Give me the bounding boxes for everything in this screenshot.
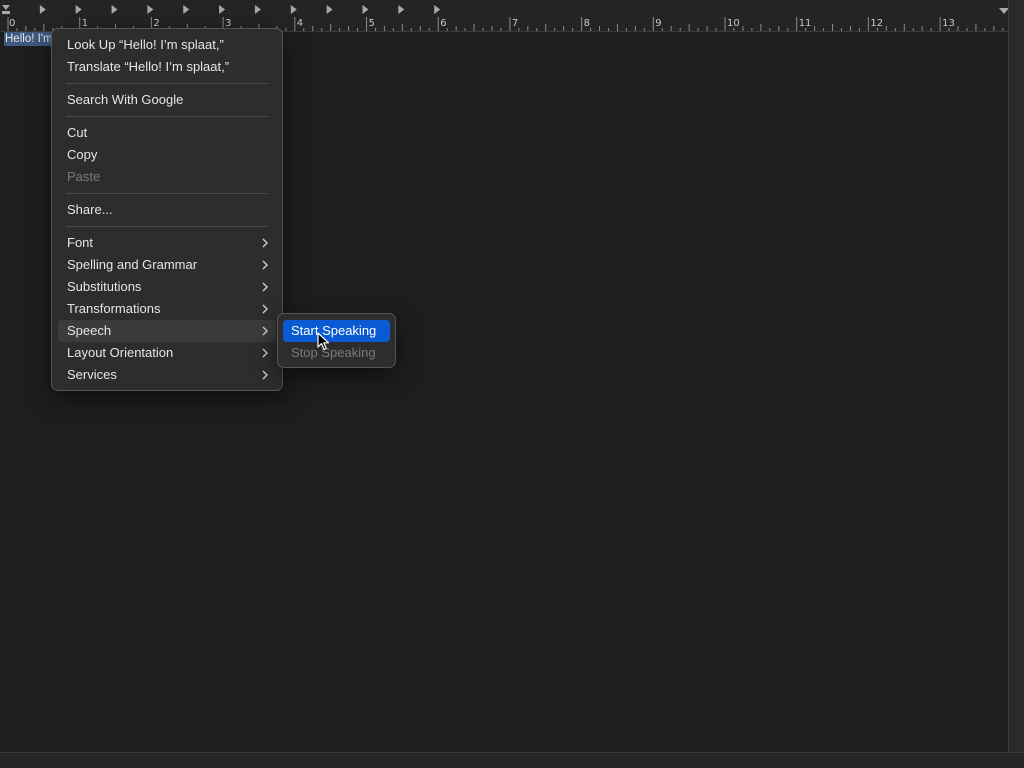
menu-item-layout-orientation-label: Layout Orientation: [67, 345, 174, 360]
menu-item-speech[interactable]: Speech: [58, 320, 276, 342]
speech-submenu: Start Speaking Stop Speaking: [277, 313, 396, 368]
menu-item-cut[interactable]: Cut: [58, 122, 276, 144]
menu-item-substitutions[interactable]: Substitutions: [58, 276, 276, 298]
menu-separator: [66, 226, 268, 227]
ruler-number: 6: [440, 18, 447, 29]
menu-item-share[interactable]: Share...: [58, 199, 276, 221]
menu-item-stop-speaking: Stop Speaking: [291, 345, 376, 360]
menu-separator: [66, 116, 268, 117]
chevron-right-icon: [262, 282, 268, 292]
menu-item-look-up[interactable]: Look Up “Hello! I’m splaat,”: [58, 34, 276, 56]
ruler-number: 11: [798, 18, 812, 29]
menu-item-speech-label: Speech: [67, 323, 112, 338]
bottom-bar: [0, 752, 1024, 768]
mouse-cursor-icon: [317, 332, 330, 351]
menu-item-substitutions-label: Substitutions: [67, 279, 142, 294]
ruler-number: 4: [296, 18, 304, 29]
ruler-number: 12: [870, 18, 884, 29]
chevron-right-icon: [262, 260, 268, 270]
text-editor-window: 01234567891011121314 Hello! I'm splaat, …: [0, 0, 1024, 768]
ruler-number: 5: [368, 18, 375, 29]
menu-separator: [66, 83, 268, 84]
chevron-right-icon: [262, 326, 268, 336]
selected-text[interactable]: Hello! I'm splaat,: [4, 32, 52, 46]
ruler-number: 7: [511, 18, 519, 29]
chevron-right-icon: [262, 348, 268, 358]
ruler-number: 10: [727, 18, 740, 29]
menu-item-font-label: Font: [67, 235, 94, 250]
ruler-number: 13: [942, 18, 955, 29]
menu-item-search-google[interactable]: Search With Google: [58, 89, 276, 111]
menu-item-copy[interactable]: Copy: [58, 144, 276, 166]
menu-item-start-speaking[interactable]: Start Speaking: [283, 320, 390, 342]
menu-item-transformations[interactable]: Transformations: [58, 298, 276, 320]
menu-item-spelling-grammar[interactable]: Spelling and Grammar: [58, 254, 276, 276]
context-menu: Look Up “Hello! I’m splaat,” Translate “…: [51, 28, 283, 391]
menu-separator: [66, 193, 268, 194]
menu-item-transformations-label: Transformations: [67, 301, 161, 316]
chevron-right-icon: [262, 370, 268, 380]
menu-item-translate[interactable]: Translate “Hello! I’m splaat,”: [58, 56, 276, 78]
ruler-number: 9: [655, 18, 662, 29]
menu-item-paste: Paste: [67, 169, 101, 184]
menu-item-spelling-label: Spelling and Grammar: [67, 257, 198, 272]
ruler-ticks: [2, 5, 1012, 31]
menu-item-layout-orientation[interactable]: Layout Orientation: [58, 342, 276, 364]
chevron-right-icon: [262, 238, 268, 248]
ruler-number: 8: [583, 18, 590, 29]
ruler-number: 0: [9, 18, 16, 29]
menu-item-font[interactable]: Font: [58, 232, 276, 254]
vertical-scrollbar[interactable]: [1008, 0, 1024, 752]
chevron-right-icon: [262, 304, 268, 314]
menu-item-services[interactable]: Services: [58, 364, 276, 386]
menu-item-services-label: Services: [67, 367, 117, 382]
